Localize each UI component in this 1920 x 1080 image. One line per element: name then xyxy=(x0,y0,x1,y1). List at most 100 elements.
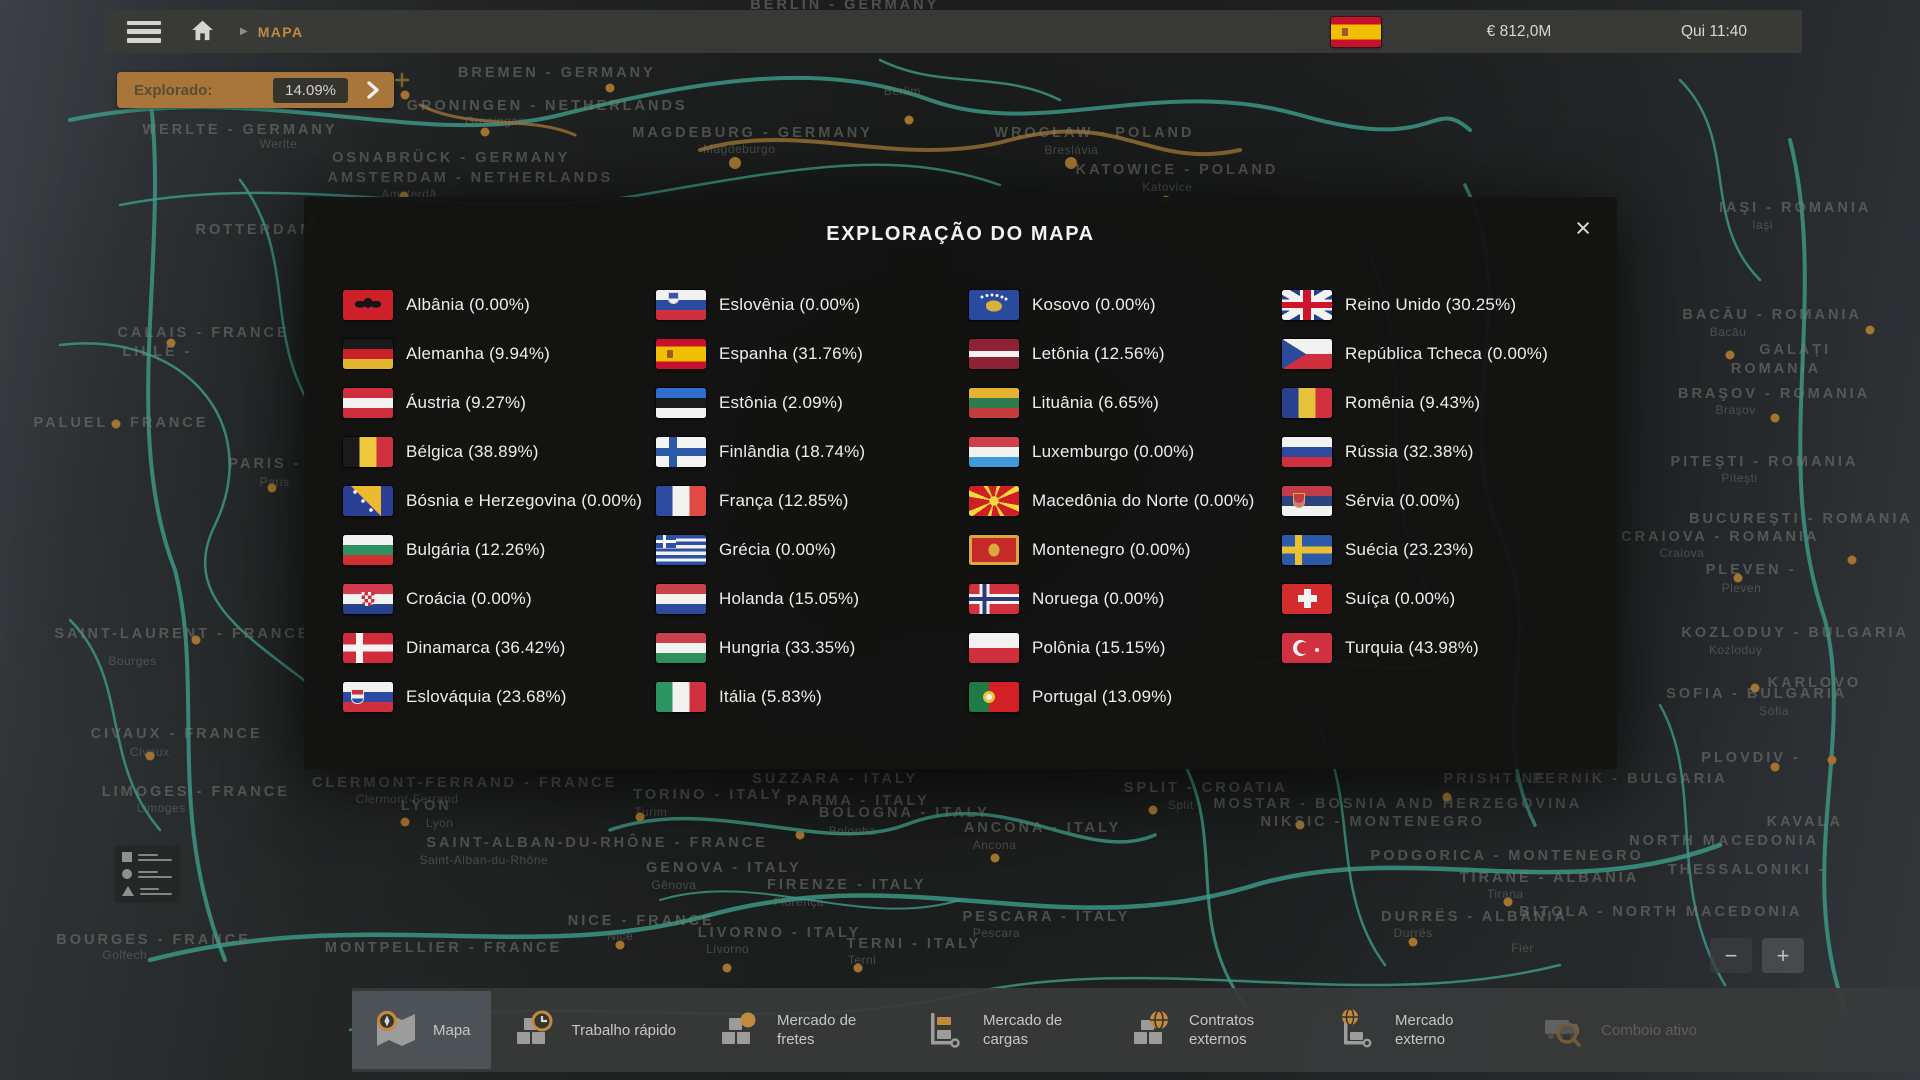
nav-item-quick-job[interactable]: Trabalho rápido xyxy=(491,991,697,1069)
al-flag-icon xyxy=(343,290,393,320)
country-row-cz: República Tcheca (0.00%) xyxy=(1282,329,1595,378)
countries-grid: Albânia (0.00%)Alemanha (9.94%)Áustria (… xyxy=(343,280,1595,721)
nav-item-label: Mapa xyxy=(433,1021,471,1040)
home-icon xyxy=(189,17,216,47)
nav-item-label: Trabalho rápido xyxy=(572,1021,677,1040)
menu-button[interactable] xyxy=(127,20,163,44)
breadcrumb-arrow-icon: ▶ xyxy=(240,26,248,37)
freight-market-icon xyxy=(716,1008,764,1052)
fi-flag-icon xyxy=(656,437,706,467)
country-row-dk: Dinamarca (36.42%) xyxy=(343,623,656,672)
lv-flag-icon xyxy=(969,339,1019,369)
at-flag-icon xyxy=(343,388,393,418)
country-label: Espanha (31.76%) xyxy=(719,344,863,364)
country-label: Bélgica (38.89%) xyxy=(406,442,539,462)
external-contracts-icon xyxy=(1128,1008,1176,1052)
country-label: Montenegro (0.00%) xyxy=(1032,540,1191,560)
country-label: Áustria (9.27%) xyxy=(406,393,526,413)
breadcrumb[interactable]: MAPA xyxy=(258,24,304,40)
pl-flag-icon xyxy=(969,633,1019,663)
country-label: Kosovo (0.00%) xyxy=(1032,295,1156,315)
sk-flag-icon xyxy=(343,682,393,712)
country-row-gr: Grécia (0.00%) xyxy=(656,525,969,574)
country-label: Romênia (9.43%) xyxy=(1345,393,1480,413)
country-row-mk: Macedônia do Norte (0.00%) xyxy=(969,476,1282,525)
legend-row-landmarks xyxy=(122,886,172,896)
expand-chevron-icon xyxy=(366,81,380,99)
zoom-out-button[interactable]: − xyxy=(1710,938,1752,973)
explored-value: 14.09% xyxy=(273,78,348,103)
nav-item-label: Contratos externos xyxy=(1189,1011,1294,1049)
country-label: Bósnia e Herzegovina (0.00%) xyxy=(406,491,642,511)
country-row-no: Noruega (0.00%) xyxy=(969,574,1282,623)
nav-item-cargo-market[interactable]: Mercado de cargas xyxy=(902,991,1108,1069)
legend-lines xyxy=(140,888,172,895)
square-icon xyxy=(122,852,132,862)
country-row-it: Itália (5.83%) xyxy=(656,672,969,721)
country-row-nl: Holanda (15.05%) xyxy=(656,574,969,623)
country-label: Polônia (15.15%) xyxy=(1032,638,1166,658)
country-label: Turquia (43.98%) xyxy=(1345,638,1479,658)
external-market-icon xyxy=(1334,1008,1382,1052)
country-row-ba: Bósnia e Herzegovina (0.00%) xyxy=(343,476,656,525)
country-row-lv: Letônia (12.56%) xyxy=(969,329,1282,378)
money-display: € 812,0M xyxy=(1474,23,1564,41)
country-label: Noruega (0.00%) xyxy=(1032,589,1164,609)
explored-badge[interactable]: Explorado: 14.09% xyxy=(117,72,394,108)
lu-flag-icon xyxy=(969,437,1019,467)
bg-flag-icon xyxy=(343,535,393,565)
country-label: Finlândia (18.74%) xyxy=(719,442,865,462)
country-label: Macedônia do Norte (0.00%) xyxy=(1032,491,1255,511)
xk-flag-icon xyxy=(969,290,1019,320)
country-label: Hungria (33.35%) xyxy=(719,638,855,658)
nav-item-map[interactable]: Mapa xyxy=(352,991,491,1069)
country-label: Bulgária (12.26%) xyxy=(406,540,545,560)
country-row-bg: Bulgária (12.26%) xyxy=(343,525,656,574)
country-label: Rússia (32.38%) xyxy=(1345,442,1474,462)
country-label: Sérvia (0.00%) xyxy=(1345,491,1460,511)
cz-flag-icon xyxy=(1282,339,1332,369)
nav-item-external-market[interactable]: Mercado externo xyxy=(1314,991,1520,1069)
ee-flag-icon xyxy=(656,388,706,418)
home-button[interactable] xyxy=(189,17,216,47)
map-legend[interactable] xyxy=(114,845,180,903)
ch-flag-icon xyxy=(1282,584,1332,614)
country-label: Alemanha (9.94%) xyxy=(406,344,550,364)
de-flag-icon xyxy=(343,339,393,369)
me-flag-icon xyxy=(969,535,1019,565)
se-flag-icon xyxy=(1282,535,1332,565)
country-row-si: Eslovênia (0.00%) xyxy=(656,280,969,329)
country-label: Itália (5.83%) xyxy=(719,687,822,707)
lt-flag-icon xyxy=(969,388,1019,418)
spain-flag-icon xyxy=(1331,17,1381,47)
close-button[interactable]: × xyxy=(1571,211,1595,246)
country-row-ro: Romênia (9.43%) xyxy=(1282,378,1595,427)
country-row-ru: Rússia (32.38%) xyxy=(1282,427,1595,476)
triangle-icon xyxy=(122,886,134,896)
nav-item-active-convoy[interactable]: Comboio ativo xyxy=(1520,991,1717,1069)
quick-job-icon xyxy=(511,1008,559,1052)
zoom-in-button[interactable]: + xyxy=(1762,938,1804,973)
legend-row-cities xyxy=(122,852,172,862)
country-row-pl: Polônia (15.15%) xyxy=(969,623,1282,672)
gb-flag-icon xyxy=(1282,290,1332,320)
nav-item-label: Comboio ativo xyxy=(1601,1021,1697,1040)
country-row-me: Montenegro (0.00%) xyxy=(969,525,1282,574)
country-row-fi: Finlândia (18.74%) xyxy=(656,427,969,476)
legend-lines xyxy=(138,871,172,878)
nav-item-label: Mercado de cargas xyxy=(983,1011,1088,1049)
circle-icon xyxy=(122,869,132,879)
game-time-display: Qui 11:40 xyxy=(1674,23,1754,41)
country-label: Luxemburgo (0.00%) xyxy=(1032,442,1194,462)
country-row-de: Alemanha (9.94%) xyxy=(343,329,656,378)
nav-item-freight-market[interactable]: Mercado de fretes xyxy=(696,991,902,1069)
nav-item-external-contracts[interactable]: Contratos externos xyxy=(1108,991,1314,1069)
be-flag-icon xyxy=(343,437,393,467)
si-flag-icon xyxy=(656,290,706,320)
es-flag-icon xyxy=(656,339,706,369)
hr-flag-icon xyxy=(343,584,393,614)
it-flag-icon xyxy=(656,682,706,712)
hu-flag-icon xyxy=(656,633,706,663)
country-row-es: Espanha (31.76%) xyxy=(656,329,969,378)
map-zoom-controls: − + xyxy=(1710,938,1804,973)
